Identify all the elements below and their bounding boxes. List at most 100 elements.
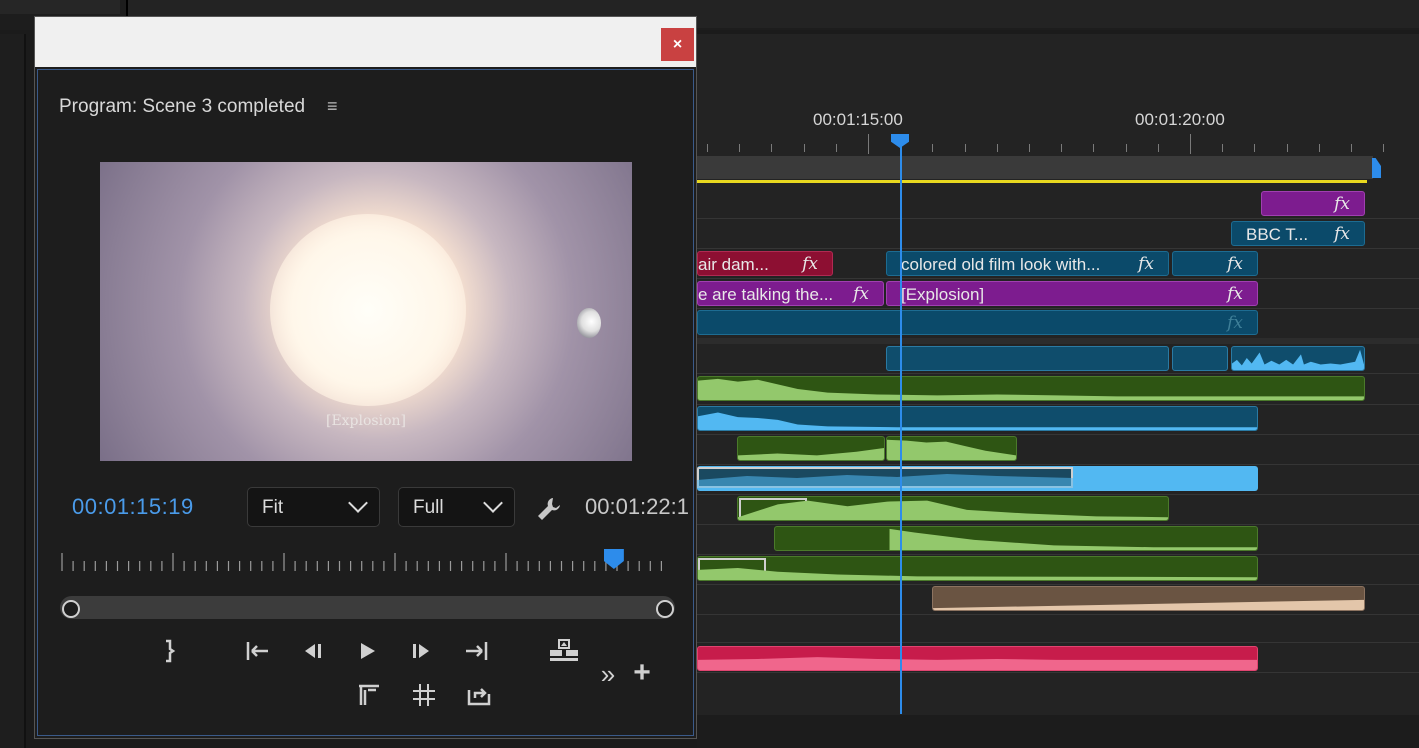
- program-monitor-window: × Program: Scene 3 completed ≡ [Explosio…: [34, 16, 697, 739]
- toolbar-left-segment: [0, 0, 120, 14]
- timeline-clip[interactable]: fx: [1172, 251, 1258, 276]
- panel-menu-icon[interactable]: ≡: [327, 96, 338, 117]
- video-preview[interactable]: [Explosion]: [100, 162, 632, 461]
- timeline-playhead[interactable]: [900, 134, 902, 714]
- audio-waveform: [775, 528, 1257, 550]
- fx-badge: fx: [1334, 194, 1350, 214]
- more-controls-button[interactable]: »: [593, 659, 623, 689]
- ruler-tick: [1383, 144, 1385, 152]
- scrubber-ruler[interactable]: [60, 553, 672, 573]
- audio-clip[interactable]: [932, 586, 1365, 611]
- program-monitor-panel: Program: Scene 3 completed ≡ [Explosion]…: [37, 69, 694, 736]
- audio-clip[interactable]: [737, 436, 885, 461]
- timeline-scrollbar[interactable]: [697, 715, 1419, 748]
- track-divider: [697, 218, 1419, 219]
- window-titlebar[interactable]: [35, 17, 696, 67]
- clip-label: e are talking the...: [698, 285, 834, 304]
- audio-clip[interactable]: [697, 376, 1365, 401]
- track-divider: [697, 278, 1419, 279]
- safe-margins-button[interactable]: [354, 680, 384, 710]
- fx-badge: fx: [1227, 284, 1243, 304]
- audio-clip[interactable]: [737, 496, 1169, 521]
- audio-waveform: [933, 599, 1364, 610]
- lift-button[interactable]: [547, 636, 578, 666]
- track-divider: [697, 434, 1419, 435]
- close-button[interactable]: ×: [661, 28, 694, 61]
- track-divider: [697, 404, 1419, 405]
- go-to-in-icon: [246, 642, 268, 660]
- fit-dropdown[interactable]: Fit: [247, 487, 380, 527]
- ruler-label-2: 00:01:20:00: [1135, 110, 1225, 129]
- work-area-bar[interactable]: [697, 156, 1373, 179]
- audio-clip[interactable]: [886, 436, 1017, 461]
- timeline-clip[interactable]: air dam... fx: [697, 251, 833, 276]
- fx-badge: fx: [853, 284, 869, 304]
- ruler-tick: [1190, 134, 1191, 154]
- duration-timecode: 00:01:22:1: [585, 494, 689, 519]
- ruler-tick: [1029, 144, 1030, 152]
- audio-clip[interactable]: [1172, 346, 1228, 371]
- time-ruler[interactable]: [697, 132, 1385, 154]
- timeline-clip[interactable]: BBC T... fx: [1231, 221, 1365, 246]
- fx-badge: fx: [1227, 313, 1243, 333]
- audio-waveform: [698, 657, 1257, 670]
- audio-clip[interactable]: [697, 646, 1258, 671]
- go-to-in-button[interactable]: [242, 636, 272, 666]
- audio-waveform: [1232, 349, 1364, 370]
- end-marker[interactable]: [1372, 158, 1381, 178]
- ruler-tick: [932, 144, 934, 152]
- audio-waveform: [698, 412, 1257, 430]
- timeline-clip[interactable]: colored old film look with... fx: [886, 251, 1169, 276]
- timeline-clip[interactable]: fx: [697, 310, 1258, 335]
- zoom-handle-right[interactable]: [656, 600, 674, 618]
- ruler-tick: [1125, 144, 1127, 152]
- clip-label: colored old film look with...: [901, 255, 1101, 274]
- play-button[interactable]: [352, 636, 382, 666]
- go-to-out-button[interactable]: [462, 636, 492, 666]
- current-timecode[interactable]: 00:01:15:19: [72, 494, 194, 520]
- audio-clip[interactable]: [1231, 346, 1365, 371]
- chevron-down-icon: [483, 493, 503, 513]
- track-divider: [697, 642, 1419, 643]
- timeline-clip[interactable]: fx: [1261, 191, 1365, 216]
- step-back-button[interactable]: [297, 636, 327, 666]
- audio-clip[interactable]: [697, 556, 1258, 581]
- grid-button[interactable]: [409, 680, 439, 710]
- add-button[interactable]: +: [627, 658, 657, 688]
- export-frame-button[interactable]: [464, 680, 494, 710]
- audio-waveform: [698, 568, 1257, 580]
- ruler-tick: [868, 134, 869, 154]
- ruler-tick: [707, 144, 708, 152]
- step-forward-button[interactable]: [407, 636, 437, 666]
- audio-clip[interactable]: [697, 466, 1258, 491]
- audio-waveform: [697, 474, 1073, 491]
- go-to-out-icon: [466, 642, 488, 660]
- wrench-icon[interactable]: [536, 496, 562, 529]
- audio-waveform: [887, 439, 1016, 460]
- resolution-dropdown-value: Full: [413, 497, 444, 518]
- ruler-tick: [739, 144, 741, 152]
- mark-out-icon: [166, 639, 176, 663]
- ruler-tick: [1318, 144, 1320, 152]
- timeline-clip[interactable]: e are talking the... fx: [697, 281, 884, 306]
- ruler-label-1: 00:01:15:00: [813, 110, 903, 129]
- resolution-dropdown[interactable]: Full: [398, 487, 515, 527]
- grid-icon: [413, 684, 435, 706]
- fx-badge: fx: [802, 254, 818, 274]
- audio-clip[interactable]: [886, 346, 1169, 371]
- fx-badge: fx: [1227, 254, 1243, 274]
- mark-out-button[interactable]: [154, 636, 184, 666]
- audio-clip[interactable]: [697, 406, 1258, 431]
- ruler-tick: [1254, 144, 1256, 152]
- timeline-clip[interactable]: [Explosion] fx: [886, 281, 1258, 306]
- zoom-handle-left[interactable]: [62, 600, 80, 618]
- moon-image: [577, 308, 601, 338]
- safe-margins-icon: [359, 684, 379, 705]
- video-audio-divider: [697, 338, 1419, 344]
- ruler-tick: [835, 144, 837, 152]
- ruler-tick: [964, 144, 966, 152]
- clip-label: air dam...: [698, 255, 769, 274]
- audio-clip[interactable]: [774, 526, 1258, 551]
- timeline-panel[interactable]: 00:01:15:00 00:01:20:00 fx BBC T... fx a…: [697, 34, 1419, 748]
- zoom-scrollbar[interactable]: [60, 596, 675, 619]
